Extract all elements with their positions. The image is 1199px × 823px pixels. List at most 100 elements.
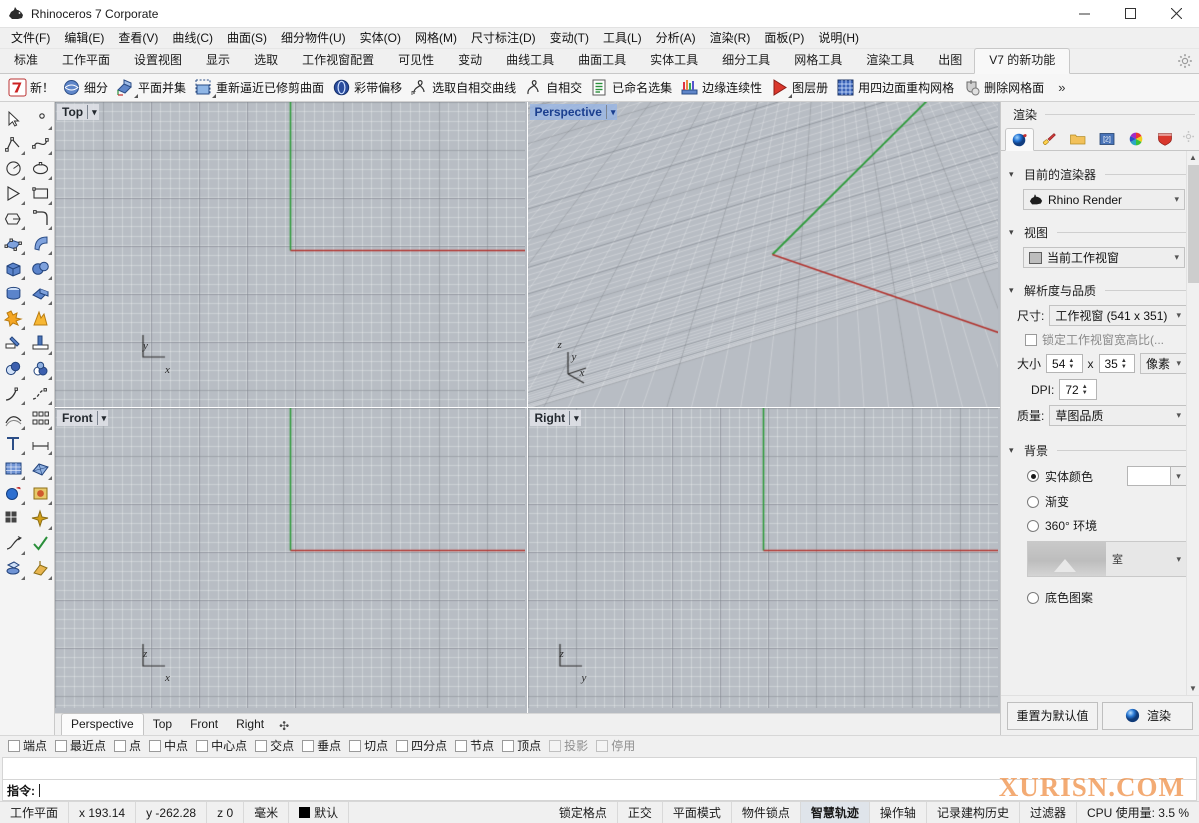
- osnap-checkbox[interactable]: [8, 739, 20, 752]
- osnap-9[interactable]: 节点: [455, 737, 494, 754]
- toolbar-tab-10[interactable]: 实体工具: [638, 49, 710, 73]
- toolbar-tab-9[interactable]: 曲面工具: [566, 49, 638, 73]
- toolbar-button-4[interactable]: 彩带偏移: [330, 75, 408, 101]
- dropdown-corner-icon[interactable]: [20, 500, 25, 505]
- menu-item-8[interactable]: 尺寸标注(D): [464, 28, 543, 48]
- tool-box-solid[interactable]: [1, 257, 26, 281]
- dropdown-corner-icon[interactable]: [48, 525, 53, 530]
- viewport-front[interactable]: Front ▾ z x: [55, 407, 528, 713]
- command-line[interactable]: 指令:: [2, 779, 1197, 801]
- menu-item-4[interactable]: 曲面(S): [220, 28, 274, 48]
- view-select[interactable]: 当前工作视窗 ▾: [1023, 247, 1185, 268]
- toolbar-tab-7[interactable]: 变动: [446, 49, 494, 73]
- dropdown-corner-icon[interactable]: [48, 125, 53, 130]
- dropdown-corner-icon[interactable]: [48, 450, 53, 455]
- section-resolution-quality[interactable]: ▾ 解析度与品质: [1009, 282, 1187, 299]
- background-option-solid[interactable]: 实体颜色 ▾: [1027, 466, 1187, 486]
- dropdown-corner-icon[interactable]: [48, 375, 53, 380]
- toolbar-button-11[interactable]: 删除网格面: [960, 75, 1050, 101]
- tool-split[interactable]: [28, 332, 53, 356]
- tool-loft-surface[interactable]: [28, 232, 53, 256]
- minimize-button[interactable]: [1061, 0, 1107, 28]
- osnap-checkbox[interactable]: [596, 739, 609, 752]
- dropdown-corner-icon[interactable]: [48, 475, 53, 480]
- lock-aspect-row[interactable]: 锁定工作视窗宽高比(...: [1025, 331, 1187, 348]
- tool-dimension[interactable]: [28, 432, 53, 456]
- tool-mesh-from-surface[interactable]: [1, 457, 26, 481]
- osnap-checkbox[interactable]: [549, 739, 562, 752]
- dropdown-corner-icon[interactable]: [48, 500, 53, 505]
- osnap-10[interactable]: 顶点: [502, 737, 541, 754]
- viewport-right-canvas[interactable]: [527, 407, 998, 708]
- tool-boolean-split[interactable]: [28, 307, 53, 331]
- tab-color-wheel[interactable]: [1121, 127, 1150, 150]
- dropdown-corner-icon[interactable]: [20, 450, 25, 455]
- toolbar-button-1[interactable]: 细分: [60, 75, 114, 101]
- toolbar-tab-12[interactable]: 网格工具: [782, 49, 854, 73]
- scroll-down-arrow[interactable]: ▼: [1187, 682, 1199, 695]
- menu-item-14[interactable]: 说明(H): [811, 28, 866, 48]
- dropdown-corner-icon[interactable]: [48, 175, 53, 180]
- chevron-down-icon[interactable]: ▾: [569, 410, 579, 425]
- toolbar-button-2[interactable]: 平面并集: [114, 75, 192, 101]
- toolbar-tab-3[interactable]: 显示: [194, 49, 242, 73]
- osnap-checkbox[interactable]: [149, 739, 162, 752]
- tab-folder[interactable]: [1063, 127, 1092, 150]
- menu-item-6[interactable]: 实体(O): [353, 28, 408, 48]
- osnap-11[interactable]: 投影: [549, 737, 588, 754]
- dropdown-corner-icon[interactable]: [20, 425, 25, 430]
- dropdown-corner-icon[interactable]: [48, 300, 53, 305]
- viewport-tab-top[interactable]: Top: [144, 714, 181, 735]
- render-width-stepper[interactable]: 54 ▲ ▼: [1046, 354, 1083, 373]
- toolbar-tab-13[interactable]: 渲染工具: [854, 49, 926, 73]
- dropdown-corner-icon[interactable]: [20, 150, 25, 155]
- close-button[interactable]: [1153, 0, 1199, 28]
- toolbar-tab-0[interactable]: 标准: [2, 49, 50, 73]
- dropdown-corner-icon[interactable]: [48, 225, 53, 230]
- scrollbar-thumb[interactable]: [1188, 165, 1199, 283]
- osnap-4[interactable]: 中心点: [196, 737, 247, 754]
- tool-polygon[interactable]: [1, 207, 26, 231]
- tab-texture[interactable]: [2]: [1092, 127, 1121, 150]
- add-viewport-tab-icon[interactable]: ✣: [273, 717, 295, 735]
- tool-material[interactable]: [28, 482, 53, 506]
- dropdown-corner-icon[interactable]: [20, 375, 25, 380]
- stepper-arrows[interactable]: ▲ ▼: [1121, 358, 1129, 370]
- dropdown-corner-icon[interactable]: [48, 350, 53, 355]
- menu-item-10[interactable]: 工具(L): [596, 28, 649, 48]
- background-option-gradient[interactable]: 渐变: [1027, 493, 1187, 510]
- tool-grid-snap[interactable]: [1, 507, 26, 531]
- tool-fillet-curve[interactable]: [1, 382, 26, 406]
- tool-rectangle[interactable]: [28, 182, 53, 206]
- menu-item-7[interactable]: 网格(M): [408, 28, 464, 48]
- tool-trim[interactable]: [1, 332, 26, 356]
- menu-item-3[interactable]: 曲线(C): [165, 28, 220, 48]
- osnap-checkbox[interactable]: [349, 739, 362, 752]
- tool-solid-edit[interactable]: [28, 282, 53, 306]
- viewport-right[interactable]: Right ▾ z y: [527, 407, 1000, 713]
- status-toggle-6[interactable]: 记录建构历史: [927, 801, 1020, 823]
- viewport-front-title[interactable]: Front ▾: [57, 409, 109, 426]
- dropdown-corner-icon[interactable]: [20, 275, 25, 280]
- dpi-stepper[interactable]: 72 ▲ ▼: [1059, 379, 1098, 400]
- tool-print[interactable]: [1, 557, 26, 581]
- menu-item-13[interactable]: 面板(P): [757, 28, 811, 48]
- menu-item-9[interactable]: 变动(T): [543, 28, 596, 48]
- menu-item-1[interactable]: 编辑(E): [57, 28, 111, 48]
- toolbar-button-6[interactable]: 自相交: [522, 75, 588, 101]
- viewport-perspective-canvas[interactable]: [527, 102, 998, 407]
- status-toggle-1[interactable]: 正交: [618, 801, 663, 823]
- toolbar-tab-1[interactable]: 工作平面: [50, 49, 122, 73]
- toolbar-tab-2[interactable]: 设置视图: [122, 49, 194, 73]
- osnap-8[interactable]: 四分点: [396, 737, 447, 754]
- toolbar-button-3[interactable]: 重新逼近已修剪曲面: [192, 75, 330, 101]
- toolbar-button-0[interactable]: 新！: [6, 75, 60, 101]
- osnap-checkbox[interactable]: [255, 739, 268, 752]
- tool-control-point-curve[interactable]: [28, 132, 53, 156]
- tool-boolean-union[interactable]: [1, 357, 26, 381]
- toolbar-button-10[interactable]: 用四边面重构网格: [834, 75, 960, 101]
- toolbar-tab-14[interactable]: 出图: [926, 49, 974, 73]
- dropdown-corner-icon[interactable]: [20, 400, 25, 405]
- tool-mesh-edit[interactable]: [28, 457, 53, 481]
- tool-check[interactable]: [28, 532, 53, 556]
